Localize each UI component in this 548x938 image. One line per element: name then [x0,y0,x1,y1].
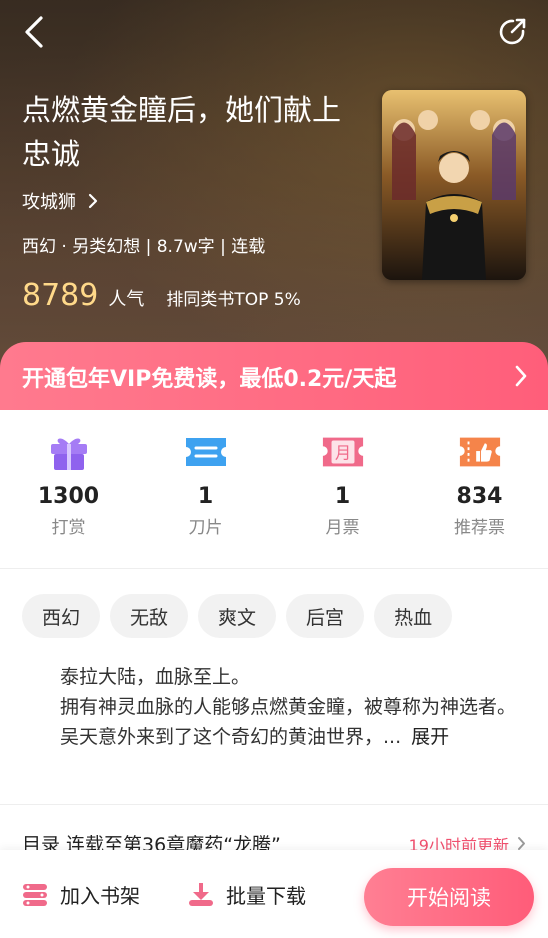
tag-chip[interactable]: 西幻 [22,594,101,638]
stat-label: 推荐票 [454,518,505,538]
divider [0,568,548,569]
popularity-label: 人气 [108,289,145,310]
back-button[interactable] [16,14,52,50]
popularity-value: 8789 [22,278,99,313]
stat-label: 月票 [325,518,360,538]
author-link[interactable]: 攻城狮 [22,188,98,214]
divider [0,804,548,805]
tag-chip[interactable]: 爽文 [198,594,277,638]
bookshelf-icon [23,883,47,906]
book-meta: 西幻 · 另类幻想 | 8.7w字 | 连载 [22,237,266,257]
month-glyph: 月 [334,444,350,463]
description-text: 吴天意外来到了这个奇幻的黄油世界，... [60,726,402,748]
shelf-label: 加入书架 [60,884,140,908]
chevron-right-icon [515,365,527,387]
rank-label: 排同类书TOP 5% [166,290,301,310]
chevron-right-icon [88,193,98,209]
stat-reward[interactable]: 1300 打赏 [0,430,137,538]
author-name: 攻城狮 [22,192,76,213]
ticket-icon [184,430,228,474]
tag-chip[interactable]: 后宫 [286,594,365,638]
vip-banner[interactable]: 开通包年VIP免费读，最低0.2元/天起 [0,342,548,412]
stat-recommend[interactable]: 834 推荐票 [411,430,548,538]
stat-label: 打赏 [51,518,86,538]
vip-text: 开通包年VIP免费读，最低0.2元/天起 [22,367,397,392]
chevron-left-icon [25,16,43,48]
tag-list: 西幻 无敌 爽文 后宫 热血 [22,594,453,638]
book-title: 点燃黄金瞳后，她们献上忠诚 [22,93,342,171]
chevron-right-icon [518,837,525,850]
tag-chip[interactable]: 热血 [374,594,453,638]
popularity-line: 8789 人气 排同类书TOP 5% [22,278,301,313]
stat-value: 1 [334,484,351,509]
share-icon [499,18,526,45]
stat-value: 1 [197,484,214,509]
cover-illustration [382,90,526,280]
book-description: 泰拉大陆，血脉至上。 拥有神灵血脉的人能够点燃黄金瞳，被尊称为神选者。 吴天意外… [22,662,526,752]
stat-value: 1300 [37,484,100,509]
stat-label: 刀片 [188,518,223,538]
thumbs-up-ticket-icon [458,430,502,474]
description-line: 吴天意外来到了这个奇幻的黄油世界，... 展开 [22,722,526,752]
book-cover[interactable] [382,90,526,280]
download-label: 批量下载 [226,884,306,908]
stat-month-ticket[interactable]: 月 1 月票 [274,430,411,538]
tag-chip[interactable]: 无敌 [110,594,189,638]
description-line: 泰拉大陆，血脉至上。 [60,666,251,688]
month-ticket-icon: 月 [321,430,365,474]
start-reading-button[interactable]: 开始阅读 [364,868,534,926]
stat-value: 834 [456,484,503,509]
share-button[interactable] [494,14,530,50]
download-icon [189,882,213,906]
book-details: 1300 打赏 1 刀片 月 1 月票 834 推荐票 西幻 无敌 爽文 后宫 … [0,410,548,856]
gift-icon [47,430,91,474]
stat-blade[interactable]: 1 刀片 [137,430,274,538]
add-to-shelf-button[interactable]: 加入书架 [22,880,140,909]
bottom-action-bar: 加入书架 批量下载 开始阅读 [0,850,548,938]
description-line: 拥有神灵血脉的人能够点燃黄金瞳，被尊称为神选者。 [60,696,517,718]
stats-row: 1300 打赏 1 刀片 月 1 月票 834 推荐票 [0,430,548,538]
expand-button[interactable]: 展开 [411,726,449,748]
batch-download-button[interactable]: 批量下载 [188,880,306,909]
